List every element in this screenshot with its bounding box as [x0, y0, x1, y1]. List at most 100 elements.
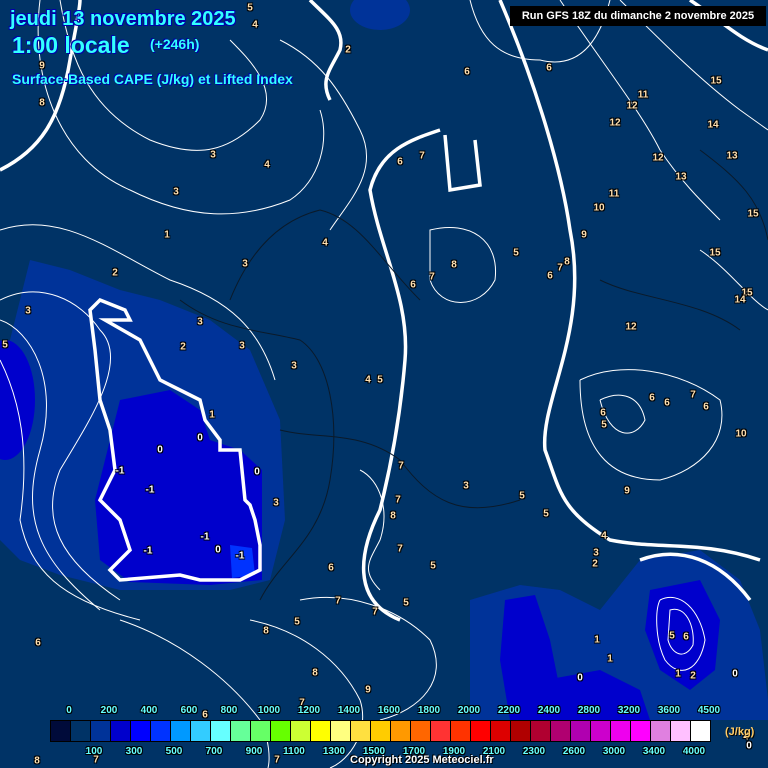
- lifted-index-label: 1: [607, 653, 613, 665]
- lifted-index-label: 9: [581, 229, 587, 241]
- lifted-index-label: 6: [547, 270, 553, 282]
- lifted-index-label: 7: [274, 754, 280, 766]
- lifted-index-label: 6: [703, 401, 709, 413]
- lifted-index-label: 8: [263, 625, 269, 637]
- lifted-index-label: 9: [624, 485, 630, 497]
- legend-label-top: 3200: [617, 705, 641, 716]
- legend-swatch: [91, 721, 111, 741]
- legend-swatch: [111, 721, 131, 741]
- legend-label-bottom: 500: [165, 746, 183, 757]
- legend-label-bottom: 4000: [682, 746, 706, 757]
- legend-swatch: [371, 721, 391, 741]
- lifted-index-label: 6: [410, 279, 416, 291]
- legend-label-bottom: 300: [125, 746, 143, 757]
- forecast-lead: (+246h): [150, 36, 200, 52]
- lifted-index-label: 7: [335, 595, 341, 607]
- legend-label-top: 800: [220, 705, 238, 716]
- lifted-index-label: 12: [626, 100, 638, 112]
- lifted-index-label: 11: [608, 188, 620, 200]
- legend-label-bottom: 1100: [283, 746, 305, 757]
- lifted-index-label: 5: [247, 2, 253, 14]
- lifted-index-label: 7: [397, 543, 403, 555]
- legend-swatch: [171, 721, 191, 741]
- legend-swatch: [551, 721, 571, 741]
- lifted-index-label: 7: [429, 271, 435, 283]
- legend-swatch: [571, 721, 591, 741]
- lifted-index-label: 6: [649, 392, 655, 404]
- lifted-index-label: 12: [652, 152, 664, 164]
- lifted-index-label: 8: [34, 755, 40, 767]
- forecast-date: jeudi 13 novembre 2025: [10, 8, 236, 30]
- lifted-index-label: 3: [273, 497, 279, 509]
- lifted-index-label: 7: [372, 606, 378, 618]
- lifted-index-label: 2: [112, 267, 118, 279]
- lifted-index-label: 3: [239, 340, 245, 352]
- legend-swatch: [651, 721, 671, 741]
- weather-map: 5 4 2 9 8 3 4 3 1 2 3 4 3 3 2 3 3 5 1 0 0 -1 -1 0 3 -1 0 -1 -1 6 7 6 6 11…: [0, 0, 768, 768]
- legend-label-bottom: 700: [205, 746, 223, 757]
- lifted-index-label: 5: [430, 560, 436, 572]
- lifted-index-label: 6: [546, 62, 552, 74]
- lifted-index-label: 5: [377, 374, 383, 386]
- legend-label-top: 200: [100, 705, 118, 716]
- legend-swatch: [351, 721, 371, 741]
- lifted-index-label: 0: [197, 432, 203, 444]
- lifted-index-label: 1: [675, 668, 681, 680]
- lifted-index-label: 0: [577, 672, 583, 684]
- lifted-index-label: 13: [675, 171, 687, 183]
- legend-label-top: 3600: [657, 705, 681, 716]
- lifted-index-label: 3: [463, 480, 469, 492]
- legend-swatch: [611, 721, 631, 741]
- legend-label-bottom: 2600: [562, 746, 586, 757]
- lifted-index-label: 0: [215, 544, 221, 556]
- lifted-index-label: 5: [543, 508, 549, 520]
- legend-label-bottom: 100: [85, 746, 103, 757]
- legend-label-top: 2400: [537, 705, 561, 716]
- legend-label-top: 1000: [257, 705, 281, 716]
- lifted-index-label: 7: [419, 150, 425, 162]
- lifted-index-label: 15: [747, 208, 759, 220]
- lifted-index-label: 3: [593, 547, 599, 559]
- legend-swatch: [191, 721, 211, 741]
- legend-label-bottom: 3000: [602, 746, 626, 757]
- legend-label-top: 2200: [497, 705, 521, 716]
- lifted-index-label: 3: [242, 258, 248, 270]
- lifted-index-label: 2: [180, 341, 186, 353]
- legend-swatch: [411, 721, 431, 741]
- legend-swatch: [211, 721, 231, 741]
- legend-label-top: 1800: [417, 705, 441, 716]
- lifted-index-label: 6: [35, 637, 41, 649]
- copyright: Copyright 2025 Meteociel.fr: [350, 754, 494, 766]
- legend-swatch: [131, 721, 151, 741]
- lifted-index-label: 4: [322, 237, 328, 249]
- legend-label-top: 1600: [377, 705, 401, 716]
- legend-swatch: [491, 721, 511, 741]
- legend-swatch: [71, 721, 91, 741]
- lifted-index-label: 15: [709, 247, 721, 259]
- lifted-index-label: 4: [252, 19, 258, 31]
- map-title: Surface-Based CAPE (J/kg) et Lifted Inde…: [12, 71, 293, 87]
- lifted-index-label: 5: [601, 419, 607, 431]
- legend-swatch: [231, 721, 251, 741]
- lifted-index-label: 8: [39, 97, 45, 109]
- legend-swatch: [271, 721, 291, 741]
- legend-swatch: [331, 721, 351, 741]
- lifted-index-label: 1: [164, 229, 170, 241]
- lifted-index-label: 6: [600, 407, 606, 419]
- lifted-index-label: 9: [365, 684, 371, 696]
- lifted-index-label: 3: [291, 360, 297, 372]
- lifted-index-label: 12: [625, 321, 637, 333]
- lifted-index-label: 6: [328, 562, 334, 574]
- lifted-index-label: 3: [173, 186, 179, 198]
- lifted-index-label: 1: [209, 409, 215, 421]
- lifted-index-label: 6: [397, 156, 403, 168]
- legend-label-top: 4500: [697, 705, 721, 716]
- legend-swatch: [251, 721, 271, 741]
- color-legend: [50, 720, 711, 742]
- lifted-index-label: 4: [365, 374, 371, 386]
- lifted-index-label: 5: [294, 616, 300, 628]
- run-info: Run GFS 18Z du dimanche 2 novembre 2025: [510, 6, 766, 26]
- legend-swatch: [471, 721, 491, 741]
- lifted-index-label: 0: [732, 668, 738, 680]
- legend-label-top: 2800: [577, 705, 601, 716]
